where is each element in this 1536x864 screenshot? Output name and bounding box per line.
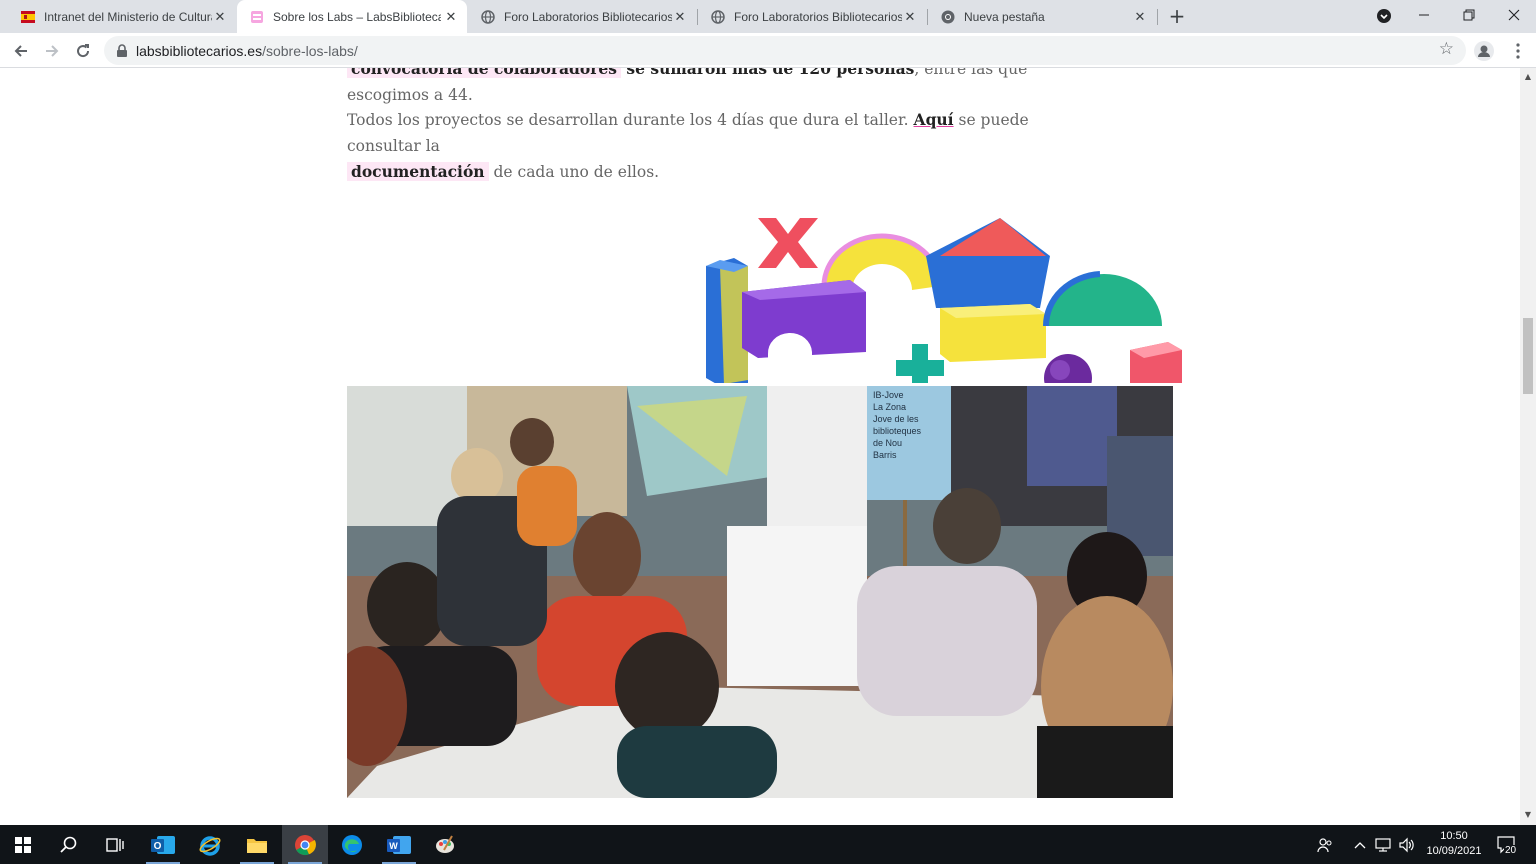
notification-center-icon[interactable]: 20 bbox=[1492, 825, 1522, 864]
paragraph-text: de cada uno de ellos. bbox=[488, 163, 660, 181]
minimize-icon[interactable] bbox=[1402, 0, 1446, 30]
task-view-icon[interactable] bbox=[92, 825, 138, 864]
sign-text: IB-Jove bbox=[873, 390, 904, 400]
network-icon[interactable] bbox=[1372, 825, 1396, 864]
sign-text: Barris bbox=[873, 450, 897, 460]
search-icon[interactable] bbox=[46, 825, 92, 864]
svg-text:W: W bbox=[389, 841, 398, 851]
convocatoria-link[interactable]: convocatoria de colaboradores bbox=[347, 68, 621, 78]
close-icon[interactable]: ✕ bbox=[902, 9, 918, 25]
url-text: labsbibliotecarios.es/sobre-los-labs/ bbox=[136, 43, 358, 59]
clock-time: 10:50 bbox=[1440, 830, 1468, 842]
vertical-scrollbar[interactable]: ▲ ▼ bbox=[1520, 68, 1536, 825]
window-close-icon[interactable] bbox=[1492, 0, 1536, 30]
windows-start-icon[interactable] bbox=[0, 825, 46, 864]
spain-flag-icon bbox=[20, 9, 36, 25]
forward-arrow-icon[interactable] bbox=[39, 38, 65, 64]
bookmark-star-icon[interactable]: ☆ bbox=[1439, 39, 1454, 59]
tab-strip: Intranet del Ministerio de Cultura ✕ Sob… bbox=[0, 0, 1536, 33]
tab-intranet[interactable]: Intranet del Ministerio de Cultura ✕ bbox=[8, 0, 236, 33]
lock-icon bbox=[116, 43, 128, 62]
sign-text: de Nou bbox=[873, 438, 902, 448]
new-tab-button[interactable]: + bbox=[1164, 4, 1190, 30]
scrollbar-thumb[interactable] bbox=[1523, 318, 1533, 394]
tab-separator bbox=[1157, 9, 1158, 25]
sign-text: La Zona bbox=[873, 402, 906, 412]
word-icon[interactable]: W bbox=[376, 825, 422, 864]
close-icon[interactable]: ✕ bbox=[443, 9, 459, 25]
blocks-illustration bbox=[706, 218, 1182, 383]
windows-taskbar: O W 10:50 10/09/2021 20 bbox=[0, 825, 1536, 864]
tab-title: Intranet del Ministerio de Cultura bbox=[44, 9, 212, 24]
back-arrow-icon[interactable] bbox=[8, 38, 34, 64]
address-bar[interactable]: labsbibliotecarios.es/sobre-los-labs/ ☆ bbox=[104, 36, 1466, 65]
chrome-icon bbox=[940, 9, 956, 25]
outlook-icon[interactable]: O bbox=[140, 825, 186, 864]
tab-search-icon[interactable] bbox=[1362, 0, 1406, 30]
tab-foro-2[interactable]: Foro Laboratorios Bibliotecarios ✕ bbox=[698, 0, 926, 33]
restore-icon[interactable] bbox=[1447, 0, 1491, 30]
aqui-link[interactable]: Aquí bbox=[914, 110, 954, 129]
internet-explorer-icon[interactable] bbox=[187, 825, 233, 864]
notification-count: 20 bbox=[1504, 845, 1518, 856]
url-domain: labsbibliotecarios.es bbox=[136, 43, 263, 59]
tab-title: Sobre los Labs – LabsBibliotecarios bbox=[273, 9, 441, 24]
tab-foro-1[interactable]: Foro Laboratorios Bibliotecarios ✕ bbox=[468, 0, 696, 33]
globe-icon bbox=[480, 9, 496, 25]
bold-text: se sumaron más de 120 personas bbox=[620, 68, 915, 78]
close-icon[interactable]: ✕ bbox=[672, 9, 688, 25]
tab-title: Foro Laboratorios Bibliotecarios bbox=[504, 9, 672, 24]
globe-icon bbox=[710, 9, 726, 25]
browser-toolbar: labsbibliotecarios.es/sobre-los-labs/ ☆ bbox=[0, 33, 1536, 68]
volume-icon[interactable] bbox=[1396, 825, 1418, 864]
close-icon[interactable]: ✕ bbox=[212, 9, 228, 25]
chrome-taskbar-icon[interactable] bbox=[282, 825, 328, 864]
documentacion-link[interactable]: documentación bbox=[347, 162, 489, 181]
system-clock[interactable]: 10:50 10/09/2021 bbox=[1418, 829, 1490, 859]
tab-nueva-pestana[interactable]: Nueva pestaña ✕ bbox=[928, 0, 1156, 33]
url-path: /sobre-los-labs/ bbox=[262, 43, 358, 59]
scroll-up-icon[interactable]: ▲ bbox=[1523, 72, 1533, 82]
sign-text: Jove de les bbox=[873, 414, 919, 424]
sign-text: biblioteques bbox=[873, 426, 922, 436]
close-icon[interactable]: ✕ bbox=[1132, 9, 1148, 25]
tab-sobre-los-labs[interactable]: Sobre los Labs – LabsBibliotecarios ✕ bbox=[237, 0, 467, 33]
scroll-down-icon[interactable]: ▼ bbox=[1523, 810, 1533, 820]
profile-icon[interactable] bbox=[1471, 38, 1497, 64]
clock-date: 10/09/2021 bbox=[1426, 845, 1482, 857]
page-content: convocatoria de colaboradores se sumaron… bbox=[0, 68, 1520, 825]
paragraph-colaboradores: convocatoria de colaboradores se sumaron… bbox=[347, 68, 1107, 108]
workshop-photo: IB-Jove La Zona Jove de les biblioteques… bbox=[347, 386, 1173, 798]
svg-text:O: O bbox=[154, 841, 162, 852]
people-icon[interactable] bbox=[1312, 825, 1338, 864]
menu-kebab-icon[interactable] bbox=[1505, 38, 1531, 64]
reload-icon[interactable] bbox=[70, 38, 96, 64]
tab-title: Foro Laboratorios Bibliotecarios bbox=[734, 9, 902, 24]
labs-pink-icon bbox=[249, 9, 265, 25]
paragraph-proyectos: Todos los proyectos se desarrollan duran… bbox=[347, 107, 1107, 185]
tab-title: Nueva pestaña bbox=[964, 9, 1045, 24]
chevron-up-icon[interactable] bbox=[1350, 825, 1370, 864]
paint-icon[interactable] bbox=[422, 825, 468, 864]
edge-icon[interactable] bbox=[329, 825, 375, 864]
file-explorer-icon[interactable] bbox=[234, 825, 280, 864]
paragraph-text: Todos los proyectos se desarrollan duran… bbox=[347, 111, 914, 129]
